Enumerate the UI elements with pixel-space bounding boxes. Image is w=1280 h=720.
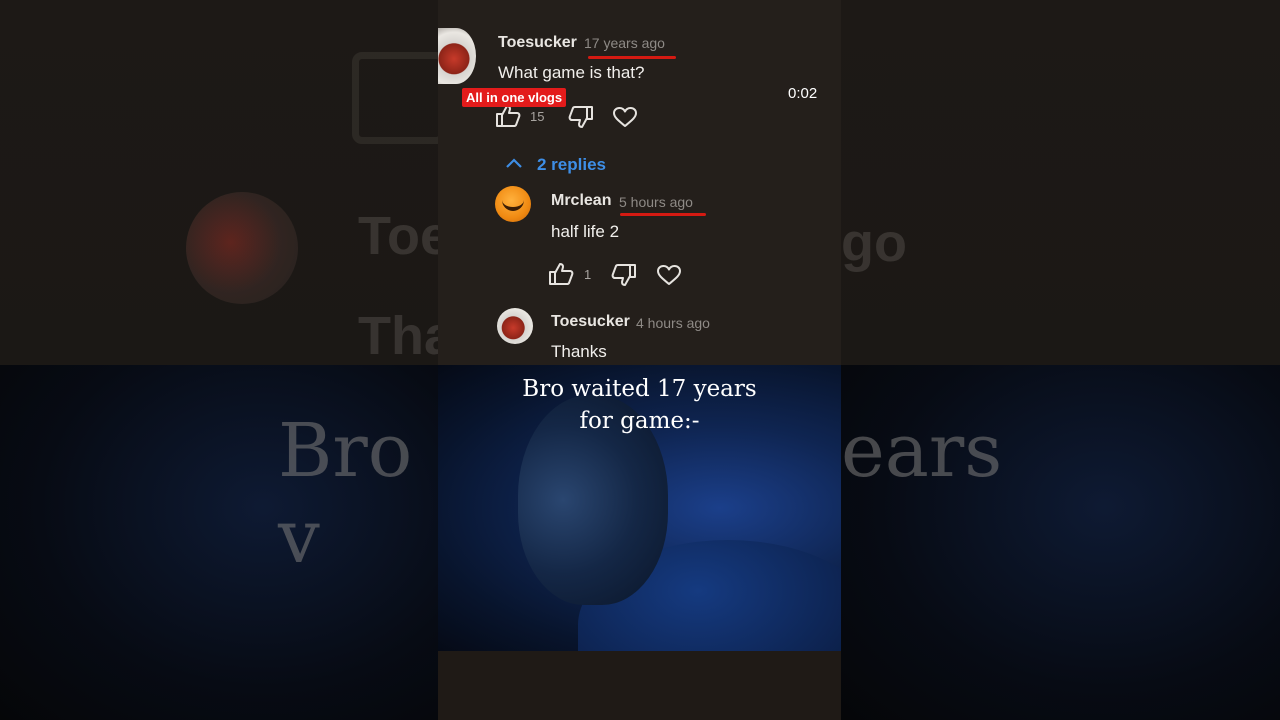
video-frame[interactable]: Toesucker 17 years ago What game is that… bbox=[438, 0, 841, 720]
smile-icon bbox=[502, 195, 524, 211]
video-bottom-bar bbox=[438, 651, 841, 720]
thumbs-down-icon bbox=[568, 105, 594, 134]
highlight-underline bbox=[620, 213, 706, 216]
like-count: 15 bbox=[530, 109, 545, 124]
comment-author: Toesucker bbox=[498, 34, 577, 51]
chevron-up-icon bbox=[505, 156, 523, 175]
caption-line-2: for game:- bbox=[579, 408, 700, 434]
blurred-background-right: go ears bbox=[841, 0, 1280, 720]
video-caption: Bro waited 17 years for game:- bbox=[438, 373, 841, 437]
caption-line-1: Bro waited 17 years bbox=[522, 376, 757, 402]
reply-avatar bbox=[495, 186, 531, 222]
video-scene: Bro waited 17 years for game:- bbox=[438, 365, 841, 651]
like-count: 1 bbox=[584, 267, 592, 282]
thumbs-up-icon bbox=[495, 104, 521, 133]
reply-author: Toesucker bbox=[551, 313, 630, 330]
thumbs-up-icon bbox=[548, 262, 574, 291]
reply-author: Mrclean bbox=[551, 192, 612, 209]
heart-icon bbox=[612, 105, 638, 134]
heart-icon bbox=[656, 263, 682, 292]
reply-avatar bbox=[497, 308, 533, 344]
reply-text: Thanks bbox=[551, 342, 607, 361]
comment-time: 17 years ago bbox=[584, 35, 665, 51]
video-timestamp: 0:02 bbox=[788, 85, 818, 102]
blurred-author-text: Toe bbox=[358, 206, 438, 266]
comment-screenshot: Toesucker 17 years ago What game is that… bbox=[438, 0, 841, 365]
blurred-caption-text: Bro v bbox=[278, 408, 413, 580]
blurred-thumbs-up-icon bbox=[352, 52, 438, 144]
blurred-caption-text: ears bbox=[841, 408, 1003, 494]
blurred-avatar bbox=[186, 192, 298, 304]
reply-time: 5 hours ago bbox=[619, 194, 693, 210]
reply-time: 4 hours ago bbox=[636, 315, 710, 331]
comment-text: What game is that? bbox=[498, 63, 645, 82]
thumbs-down-icon bbox=[611, 263, 637, 292]
commenter-avatar bbox=[438, 28, 476, 84]
reply-text: half life 2 bbox=[551, 222, 620, 241]
highlight-underline bbox=[588, 56, 676, 59]
blurred-thanks-text: Tha bbox=[358, 306, 438, 366]
channel-watermark: All in one vlogs bbox=[462, 88, 567, 107]
blurred-background-left: Toe Tha Bro v bbox=[0, 0, 438, 720]
blurred-comment-area bbox=[841, 0, 1280, 365]
replies-toggle: 2 replies bbox=[537, 155, 606, 174]
blurred-time-text: go bbox=[841, 213, 907, 273]
